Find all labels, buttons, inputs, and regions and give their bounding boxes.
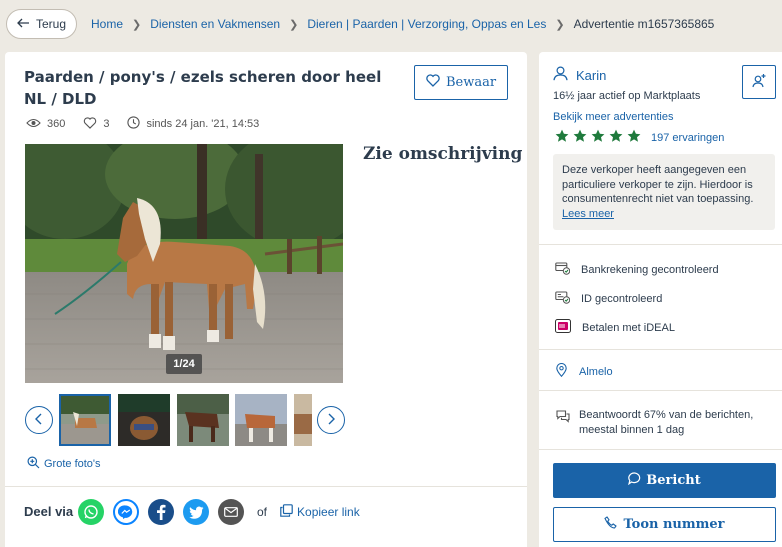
heart-icon: [83, 116, 97, 132]
chevron-right-icon: ❯: [555, 18, 565, 31]
main-photo[interactable]: 1/24: [25, 144, 343, 383]
breadcrumb-diensten[interactable]: Diensten en Vakmensen: [150, 17, 280, 31]
phone-icon: [604, 516, 618, 533]
star-icon: [609, 129, 623, 146]
years-active: 16½ jaar actief op Marktplaats: [553, 90, 701, 102]
user-plus-icon: [751, 73, 767, 92]
divider: [539, 390, 782, 391]
thumbnail-5[interactable]: [294, 394, 312, 446]
location-label: Almelo: [579, 365, 613, 378]
large-photos-label: Grote foto's: [44, 458, 101, 470]
breadcrumb: Home ❯ Diensten en Vakmensen ❯ Dieren | …: [91, 17, 714, 31]
trust-id-label: ID gecontroleerd: [581, 292, 663, 305]
follow-seller-button[interactable]: [742, 65, 776, 99]
seller-name: Karin: [576, 67, 607, 83]
zoom-icon: [27, 456, 40, 472]
back-label: Terug: [35, 17, 67, 31]
thumbnail-2[interactable]: [118, 394, 170, 446]
share-bar: Deel via of Kopieer link: [5, 486, 527, 547]
chat-icon: [628, 472, 641, 489]
seller-sidebar: Karin 16½ jaar actief op Marktplaats Bek…: [539, 52, 782, 547]
chevron-right-icon: ❯: [289, 18, 299, 31]
seller-name-link[interactable]: Karin: [553, 66, 606, 84]
copy-link-button[interactable]: Kopieer link: [280, 504, 360, 520]
trust-bank: Bankrekening gecontroleerd: [555, 261, 719, 278]
star-icon: [555, 129, 569, 146]
copy-link-label: Kopieer link: [297, 505, 360, 519]
arrow-left-icon: [17, 17, 30, 31]
chevron-right-icon: [327, 413, 335, 428]
favorites-stat: 3: [83, 116, 110, 132]
views-count: 360: [47, 118, 66, 130]
listing-card: Paarden / pony's / ezels scheren door he…: [5, 52, 527, 492]
thumbnail-4[interactable]: [235, 394, 287, 446]
response-info: Beantwoordt 67% van de berichten, meesta…: [556, 408, 764, 438]
more-ads-link[interactable]: Bekijk meer advertenties: [553, 111, 673, 123]
trust-id: ID gecontroleerd: [555, 290, 662, 307]
facebook-icon[interactable]: [148, 499, 174, 525]
show-phone-button[interactable]: Toon nummer: [553, 507, 776, 542]
messenger-icon[interactable]: [113, 499, 139, 525]
trust-bank-label: Bankrekening gecontroleerd: [581, 263, 719, 276]
description-heading: Zie omschrijving: [363, 144, 523, 164]
star-icon: [591, 129, 605, 146]
or-label: of: [257, 505, 268, 519]
eye-icon: [26, 118, 41, 131]
listing-date: sinds 24 jan. '21, 14:53: [146, 118, 260, 130]
large-photos-link[interactable]: Grote foto's: [27, 456, 101, 472]
copy-icon: [280, 504, 293, 520]
chat-bubbles-icon: [556, 410, 570, 428]
clock-icon: [127, 116, 141, 132]
thumbnail-3[interactable]: [177, 394, 229, 446]
chevron-left-icon: [35, 413, 43, 428]
response-text: Beantwoordt 67% van de berichten, meesta…: [579, 409, 754, 436]
notice-text: Deze verkoper heeft aangegeven een parti…: [562, 164, 754, 205]
prev-photo-button[interactable]: [25, 406, 53, 434]
ideal-icon: [555, 319, 571, 336]
listing-title: Paarden / pony's / ezels scheren door he…: [24, 68, 382, 108]
breadcrumb-current: Advertentie m1657365865: [573, 17, 715, 31]
favorites-count: 3: [103, 118, 110, 130]
heart-icon: [426, 74, 440, 91]
divider: [539, 244, 782, 245]
back-button[interactable]: Terug: [6, 9, 77, 39]
whatsapp-icon[interactable]: [78, 499, 104, 525]
read-more-link[interactable]: Lees meer: [562, 208, 614, 220]
photo-counter: 1/24: [166, 354, 202, 374]
reviews-count: 197 ervaringen: [651, 131, 725, 144]
rating[interactable]: 197 ervaringen: [555, 129, 724, 146]
phone-label: Toon nummer: [623, 517, 725, 532]
message-label: Bericht: [646, 473, 701, 488]
thumbnail-strip: [23, 394, 345, 446]
twitter-icon[interactable]: [183, 499, 209, 525]
consumer-law-notice: Deze verkoper heeft aangegeven een parti…: [553, 154, 775, 230]
location-link[interactable]: Almelo: [556, 363, 613, 380]
divider: [539, 449, 782, 450]
trust-ideal-label: Betalen met iDEAL: [582, 321, 675, 334]
chevron-right-icon: ❯: [132, 18, 142, 31]
breadcrumb-home[interactable]: Home: [91, 17, 123, 31]
verified-bank-icon: [555, 261, 571, 278]
next-photo-button[interactable]: [317, 406, 345, 434]
trust-ideal: Betalen met iDEAL: [555, 319, 675, 336]
share-label: Deel via: [24, 504, 74, 519]
star-icon: [627, 129, 641, 146]
email-icon[interactable]: [218, 499, 244, 525]
breadcrumb-dieren[interactable]: Dieren | Paarden | Verzorging, Oppas en …: [307, 17, 546, 31]
verified-id-icon: [555, 290, 571, 307]
user-icon: [553, 66, 568, 84]
divider: [539, 349, 782, 350]
date-stat: sinds 24 jan. '21, 14:53: [127, 116, 259, 132]
location-pin-icon: [556, 363, 567, 380]
top-bar: Terug Home ❯ Diensten en Vakmensen ❯ Die…: [0, 0, 782, 48]
save-button[interactable]: Bewaar: [414, 65, 508, 100]
save-label: Bewaar: [445, 75, 497, 90]
views-stat: 360: [26, 118, 65, 131]
thumbnail-1[interactable]: [59, 394, 111, 446]
share-icons: of Kopieer link: [78, 499, 360, 525]
star-icon: [573, 129, 587, 146]
listing-stats: 360 3 sinds 24 jan. '21, 14:53: [26, 116, 277, 132]
message-button[interactable]: Bericht: [553, 463, 776, 498]
